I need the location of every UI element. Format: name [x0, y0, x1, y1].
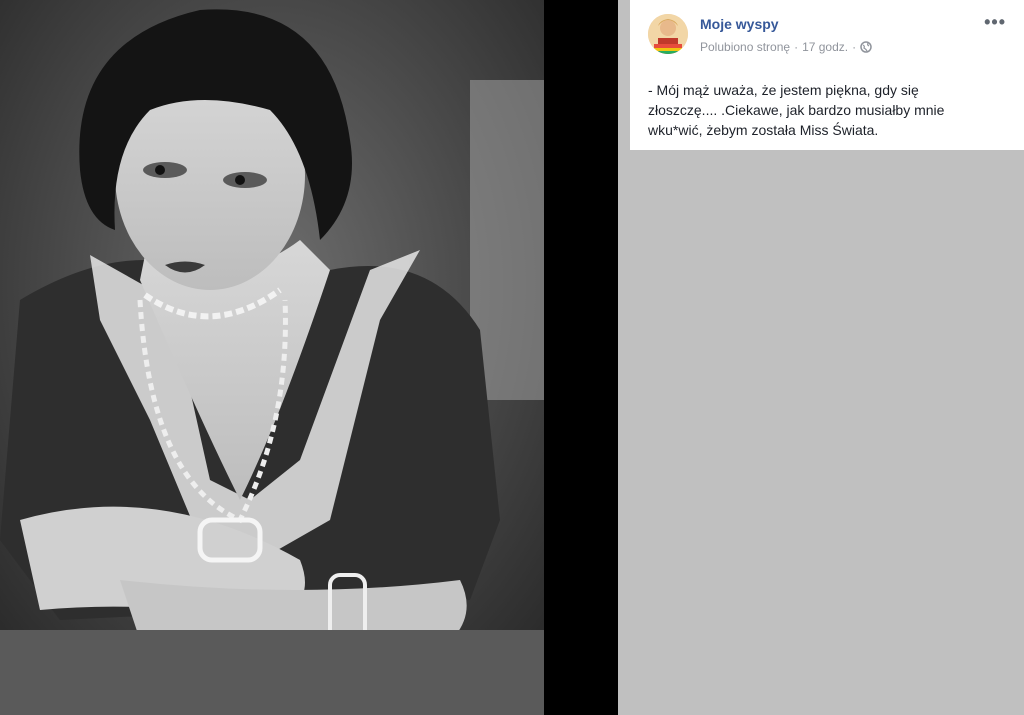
portrait-image: [0, 0, 544, 715]
post-header: Moje wyspy Polubiono stronę · 17 godz. ·…: [648, 12, 1010, 58]
gutter: [544, 0, 618, 715]
post-text: - Mój mąż uważa, że jestem piękna, gdy s…: [648, 82, 945, 138]
page-avatar[interactable]: [648, 14, 688, 54]
post-card: Moje wyspy Polubiono stronę · 17 godz. ·…: [630, 0, 1024, 150]
more-options-button[interactable]: •••: [984, 12, 1006, 33]
post-meta: Polubiono stronę · 17 godz. ·: [700, 40, 872, 54]
meta-separator: ·: [794, 40, 799, 54]
post-panel: Moje wyspy Polubiono stronę · 17 godz. ·…: [618, 0, 1024, 715]
meta-separator-2: ·: [852, 40, 857, 54]
avatar-image: [648, 14, 688, 54]
page-name-link[interactable]: Moje wyspy: [700, 16, 779, 32]
liked-status: Polubiono stronę: [700, 40, 791, 54]
globe-icon[interactable]: [860, 41, 872, 53]
post-photo[interactable]: [0, 0, 544, 715]
post-timestamp[interactable]: 17 godz.: [802, 40, 848, 54]
